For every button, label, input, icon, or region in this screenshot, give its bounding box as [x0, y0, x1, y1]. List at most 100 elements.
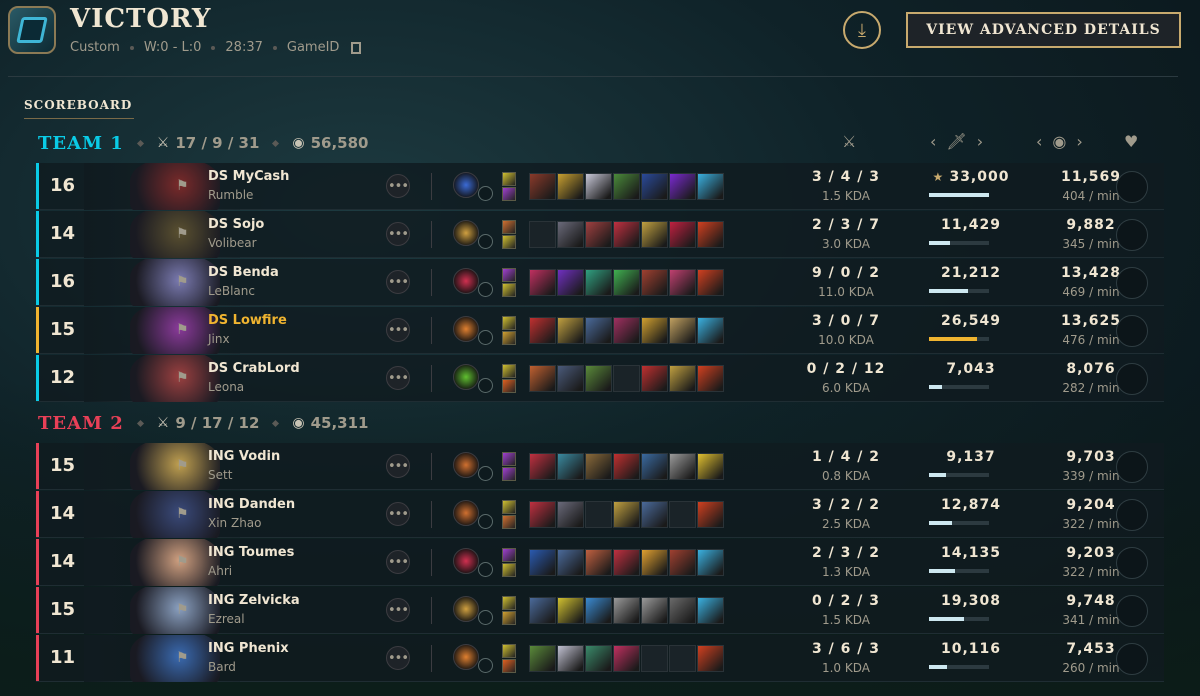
summoner-spell-icon[interactable]: [502, 316, 516, 330]
item-icon[interactable]: [557, 317, 584, 344]
item-icon[interactable]: [585, 453, 612, 480]
summoner-spell-icon[interactable]: [502, 659, 516, 673]
report-flag-icon[interactable]: ⚑: [176, 178, 194, 196]
keystone-rune-icon[interactable]: [453, 220, 479, 246]
honor-button[interactable]: [1116, 363, 1148, 395]
view-advanced-details-button[interactable]: VIEW ADVANCED DETAILS: [906, 12, 1181, 48]
item-icon[interactable]: [529, 317, 556, 344]
item-icon[interactable]: [613, 317, 640, 344]
more-options-button[interactable]: •••: [386, 646, 410, 670]
player-row[interactable]: 16 ⚑ DS Benda LeBlanc ••• 9 / 0 / 2 11.0 KDA 21…: [36, 259, 1164, 306]
honor-button[interactable]: [1116, 219, 1148, 251]
item-icon[interactable]: [585, 269, 612, 296]
player-name[interactable]: DS Lowfire: [208, 313, 287, 328]
trinket-item-icon[interactable]: [697, 365, 724, 392]
item-icon[interactable]: [529, 597, 556, 624]
honor-button[interactable]: [1116, 451, 1148, 483]
player-row[interactable]: 15 ⚑ ING Zelvicka Ezreal ••• 0 / 2 / 3 1.5 KDA…: [36, 587, 1164, 634]
item-icon[interactable]: [613, 173, 640, 200]
item-icon[interactable]: [585, 317, 612, 344]
player-name[interactable]: DS Benda: [208, 265, 279, 280]
more-options-button[interactable]: •••: [386, 454, 410, 478]
item-icon[interactable]: [641, 173, 668, 200]
item-icon[interactable]: [585, 365, 612, 392]
summoner-spell-icon[interactable]: [502, 220, 516, 234]
summoner-spell-icon[interactable]: [502, 644, 516, 658]
item-icon[interactable]: [585, 597, 612, 624]
trinket-item-icon[interactable]: [697, 269, 724, 296]
item-icon[interactable]: [641, 549, 668, 576]
honor-button[interactable]: [1116, 595, 1148, 627]
item-icon[interactable]: [669, 453, 696, 480]
report-flag-icon[interactable]: ⚑: [176, 602, 194, 620]
item-icon[interactable]: [529, 453, 556, 480]
item-icon[interactable]: [557, 221, 584, 248]
report-flag-icon[interactable]: ⚑: [176, 554, 194, 572]
keystone-rune-icon[interactable]: [453, 316, 479, 342]
summoner-spell-icon[interactable]: [502, 187, 516, 201]
next-arrow-icon[interactable]: ›: [977, 132, 983, 151]
player-name[interactable]: ING Toumes: [208, 545, 294, 560]
item-icon[interactable]: [585, 549, 612, 576]
item-icon[interactable]: [557, 501, 584, 528]
item-icon[interactable]: [613, 597, 640, 624]
trinket-item-icon[interactable]: [697, 173, 724, 200]
trinket-item-icon[interactable]: [697, 501, 724, 528]
report-flag-icon[interactable]: ⚑: [176, 506, 194, 524]
honor-button[interactable]: [1116, 267, 1148, 299]
secondary-rune-icon[interactable]: [478, 514, 493, 529]
player-name[interactable]: DS Sojo: [208, 217, 264, 232]
summoner-spell-icon[interactable]: [502, 611, 516, 625]
trinket-item-icon[interactable]: [697, 645, 724, 672]
player-row[interactable]: 15 ⚑ ING Vodin Sett ••• 1 / 4 / 2 0.8 KDA 9,137…: [36, 443, 1164, 490]
item-icon[interactable]: [669, 221, 696, 248]
report-flag-icon[interactable]: ⚑: [176, 458, 194, 476]
secondary-rune-icon[interactable]: [478, 658, 493, 673]
item-icon[interactable]: [529, 645, 556, 672]
item-icon[interactable]: [641, 269, 668, 296]
trinket-item-icon[interactable]: [697, 453, 724, 480]
summoner-spell-icon[interactable]: [502, 548, 516, 562]
more-options-button[interactable]: •••: [386, 222, 410, 246]
player-row[interactable]: 12 ⚑ DS CrabLord Leona ••• 0 / 2 / 12 6.0 KDA 7…: [36, 355, 1164, 402]
summoner-spell-icon[interactable]: [502, 364, 516, 378]
secondary-rune-icon[interactable]: [478, 378, 493, 393]
summoner-spell-icon[interactable]: [502, 331, 516, 345]
item-icon[interactable]: [669, 365, 696, 392]
summoner-spell-icon[interactable]: [502, 467, 516, 481]
item-icon[interactable]: [641, 597, 668, 624]
prev-arrow-icon[interactable]: ‹: [1036, 132, 1042, 151]
item-icon[interactable]: [557, 365, 584, 392]
summoner-spell-icon[interactable]: [502, 563, 516, 577]
honor-button[interactable]: [1116, 315, 1148, 347]
item-icon[interactable]: [529, 501, 556, 528]
secondary-rune-icon[interactable]: [478, 466, 493, 481]
copy-icon[interactable]: [351, 41, 362, 54]
player-row[interactable]: 14 ⚑ ING Toumes Ahri ••• 2 / 3 / 2 1.3 KDA 14,1…: [36, 539, 1164, 586]
item-icon[interactable]: [557, 549, 584, 576]
player-name[interactable]: DS MyCash: [208, 169, 289, 184]
report-flag-icon[interactable]: ⚑: [176, 322, 194, 340]
item-icon[interactable]: [557, 269, 584, 296]
item-icon[interactable]: [529, 549, 556, 576]
player-name[interactable]: ING Phenix: [208, 641, 289, 656]
summoner-spell-icon[interactable]: [502, 515, 516, 529]
keystone-rune-icon[interactable]: [453, 500, 479, 526]
item-icon[interactable]: [585, 221, 612, 248]
item-icon[interactable]: [557, 645, 584, 672]
more-options-button[interactable]: •••: [386, 550, 410, 574]
summoner-spell-icon[interactable]: [502, 596, 516, 610]
player-row[interactable]: 14 ⚑ ING Danden Xin Zhao ••• 3 / 2 / 2 2.5 KDA…: [36, 491, 1164, 538]
item-icon[interactable]: [641, 501, 668, 528]
more-options-button[interactable]: •••: [386, 502, 410, 526]
secondary-rune-icon[interactable]: [478, 330, 493, 345]
item-icon[interactable]: [641, 317, 668, 344]
secondary-rune-icon[interactable]: [478, 186, 493, 201]
item-icon[interactable]: [613, 645, 640, 672]
honor-button[interactable]: [1116, 171, 1148, 203]
trinket-item-icon[interactable]: [697, 549, 724, 576]
player-row[interactable]: 15 ⚑ DS Lowfire Jinx ••• 3 / 0 / 7 10.0 KDA 26,…: [36, 307, 1164, 354]
item-icon[interactable]: [529, 173, 556, 200]
player-name[interactable]: ING Zelvicka: [208, 593, 300, 608]
summoner-spell-icon[interactable]: [502, 235, 516, 249]
